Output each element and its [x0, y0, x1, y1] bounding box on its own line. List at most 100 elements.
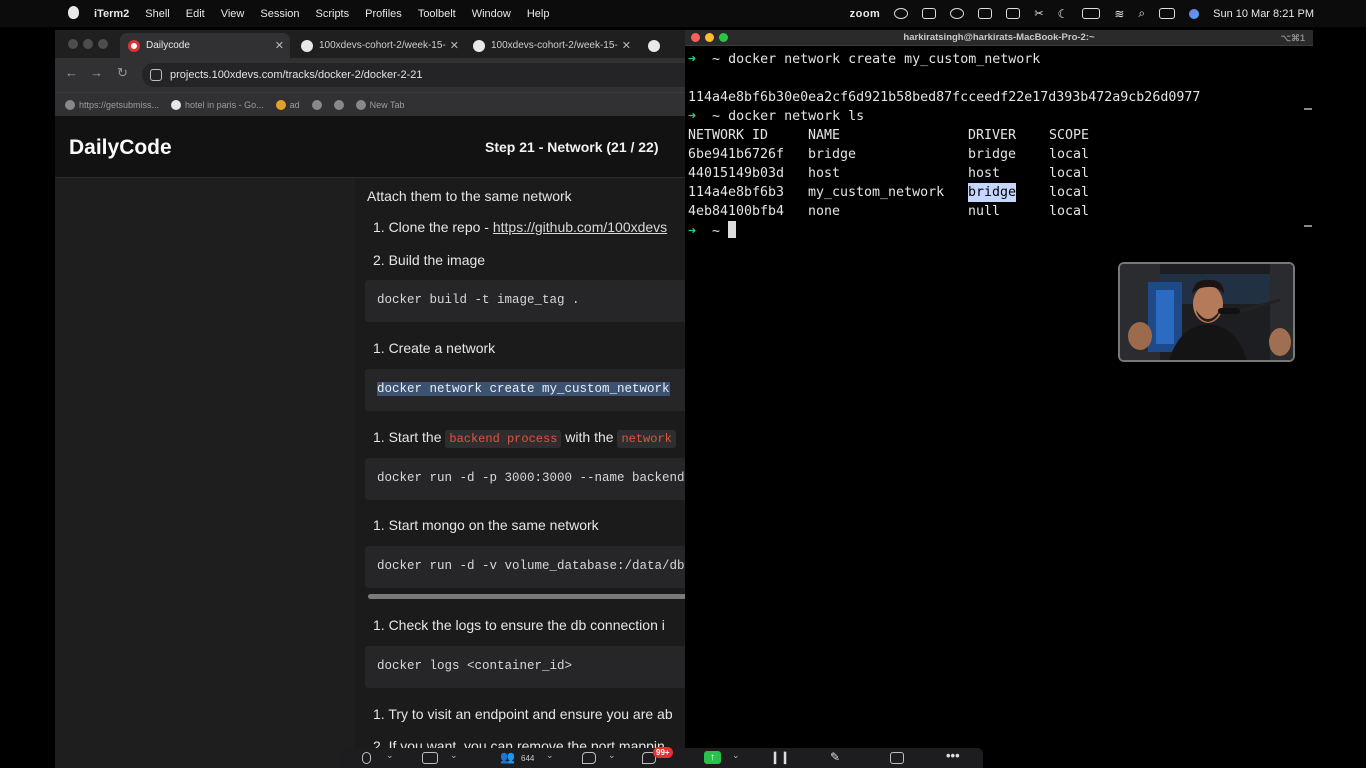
bookmark-item[interactable]: New Tab — [355, 99, 405, 110]
left-desktop-edge — [0, 30, 55, 768]
col-driver: DRIVER — [968, 128, 1017, 143]
menu-window[interactable]: Window — [472, 8, 511, 20]
google-icon — [171, 99, 182, 110]
close-tab-icon[interactable]: ✕ — [450, 39, 459, 52]
maximize-window-button[interactable] — [98, 39, 108, 49]
microphone-icon[interactable] — [362, 752, 371, 764]
cell: bridge — [968, 147, 1017, 162]
prompt-dir: ~ — [712, 109, 721, 124]
share-screen-icon[interactable]: ↑ — [704, 751, 721, 764]
chevron-up-icon[interactable]: ⌄ — [732, 750, 740, 761]
maximize-window-button[interactable] — [719, 33, 728, 42]
back-arrow-icon[interactable]: ← — [65, 65, 78, 80]
more-options-icon[interactable]: ••• — [946, 748, 960, 763]
site-settings-icon[interactable] — [150, 69, 162, 81]
address-bar[interactable]: projects.100xdevs.com/tracks/docker-2/do… — [142, 63, 685, 87]
clipboard-icon[interactable] — [1006, 8, 1021, 19]
chevron-up-icon[interactable]: ⌄ — [386, 750, 394, 761]
menu-edit[interactable]: Edit — [186, 8, 205, 20]
menu-app-name[interactable]: iTerm2 — [94, 8, 129, 20]
cell: 4eb84100bfb4 — [688, 204, 785, 219]
zoom-status-label[interactable]: zoom — [850, 8, 881, 20]
wifi-icon[interactable]: ≋ — [1114, 7, 1124, 21]
site-header: DailyCode Step 21 - Network (21 / 22) — [55, 116, 685, 178]
bookmark-item[interactable]: hotel in paris - Go... — [171, 99, 264, 110]
close-window-button[interactable] — [68, 39, 78, 49]
battery-icon[interactable] — [1082, 8, 1101, 19]
bookmark-item[interactable] — [333, 99, 344, 110]
menu-shell[interactable]: Shell — [145, 8, 169, 20]
chat-icon[interactable] — [582, 752, 596, 764]
moon-icon[interactable]: ☾ — [1058, 7, 1069, 21]
tab-title: Dailycode — [146, 40, 190, 51]
github-icon — [301, 39, 313, 52]
right-desktop-edge — [1313, 30, 1366, 768]
scroll-marker — [1304, 108, 1312, 110]
close-window-button[interactable] — [691, 33, 700, 42]
tab-github-2[interactable]: 100xdevs-cohort-2/week-15- ✕ — [465, 33, 637, 58]
window-shortcut: ⌥⌘1 — [1280, 33, 1305, 43]
menu-extra-icon[interactable] — [950, 8, 965, 19]
display-icon[interactable] — [978, 8, 993, 19]
control-center-icon[interactable] — [1159, 8, 1176, 19]
bookmark-item[interactable]: https://getsubmiss... — [65, 99, 159, 110]
video-camera-icon[interactable] — [422, 752, 438, 764]
search-icon[interactable]: ⌕ — [1138, 6, 1145, 21]
chat-unread-badge: 99+ — [653, 747, 673, 758]
terminal-title-bar: harkiratsingh@harkirats-MacBook-Pro-2:~ … — [685, 30, 1313, 46]
minimize-window-button[interactable] — [83, 39, 93, 49]
menu-help[interactable]: Help — [527, 8, 550, 20]
tab-dailycode[interactable]: Dailycode ✕ — [120, 33, 290, 58]
reload-icon[interactable]: ↻ — [117, 65, 128, 81]
menu-profiles[interactable]: Profiles — [365, 8, 402, 20]
cell: null — [968, 204, 1001, 219]
flame-icon — [275, 99, 286, 110]
minimize-window-button[interactable] — [705, 33, 714, 42]
code-block-logs: docker logs <container_id> — [365, 646, 685, 688]
webcam-overlay[interactable] — [1118, 262, 1295, 362]
forward-arrow-icon[interactable]: → — [90, 65, 103, 80]
menu-toolbelt[interactable]: Toolbelt — [418, 8, 456, 20]
menu-session[interactable]: Session — [260, 8, 299, 20]
code-block-run-backend: docker run -d -p 3000:3000 --name backen… — [365, 458, 685, 500]
repo-link[interactable]: https://github.com/100xdevs — [493, 219, 667, 235]
bookmark-item[interactable] — [311, 99, 322, 110]
step-visit-endpoint: 1. Try to visit an endpoint and ensure y… — [373, 706, 673, 722]
tab-github-1[interactable]: 100xdevs-cohort-2/week-15- ✕ — [293, 33, 465, 58]
cloud-icon[interactable] — [894, 8, 909, 19]
close-tab-icon[interactable]: ✕ — [622, 39, 631, 52]
bookmark-item[interactable]: ad — [275, 99, 300, 110]
col-scope: SCOPE — [1049, 128, 1090, 143]
menu-view[interactable]: View — [221, 8, 245, 20]
terminal-current-prompt[interactable]: ➜ ~ — [688, 221, 737, 240]
cell: local — [1049, 204, 1090, 219]
participants-icon[interactable]: 👥 — [500, 750, 515, 764]
annotate-pencil-icon[interactable]: ✎ — [830, 750, 840, 764]
globe-icon — [333, 99, 344, 110]
code-text: docker logs <container_id> — [377, 659, 573, 673]
tool-icon[interactable]: ✂ — [1034, 7, 1043, 20]
brand-logo[interactable]: DailyCode — [69, 136, 172, 160]
terminal-line-hash: 114a4e8bf6b30e0ea2cf6d921b58bed87fcceedf… — [688, 90, 1201, 105]
prompt-arrow: ➜ — [688, 52, 697, 67]
menu-scripts[interactable]: Scripts — [316, 8, 350, 20]
command-text: docker network ls — [728, 109, 865, 124]
pause-share-icon[interactable]: ❙❙ — [770, 750, 790, 764]
chevron-up-icon[interactable]: ⌄ — [546, 750, 554, 761]
close-tab-icon[interactable]: ✕ — [275, 39, 284, 52]
chevron-up-icon[interactable]: ⌄ — [608, 750, 616, 761]
remote-control-icon[interactable] — [890, 752, 904, 764]
menubar-clock[interactable]: Sun 10 Mar 8:21 PM — [1213, 8, 1314, 20]
bookmark-label: New Tab — [369, 99, 405, 110]
code-horizontal-scrollbar[interactable] — [368, 594, 685, 599]
chevron-up-icon[interactable]: ⌄ — [450, 750, 458, 761]
siri-icon[interactable] — [1189, 8, 1200, 19]
apple-logo-icon[interactable] — [68, 6, 79, 19]
sync-icon[interactable] — [922, 8, 937, 19]
prompt-arrow: ➜ — [688, 109, 697, 124]
status-area: zoom ✂ ☾ ≋ ⌕ Sun 10 Mar 8:21 PM — [850, 0, 1314, 27]
code-block-run-mongo: docker run -d -v volume_database:/data/d… — [365, 546, 685, 588]
terminal-line-cmd2: ➜ ~ docker network ls — [688, 107, 864, 126]
cell-selected: bridge — [968, 183, 1017, 202]
tab-github-3[interactable] — [640, 33, 685, 58]
